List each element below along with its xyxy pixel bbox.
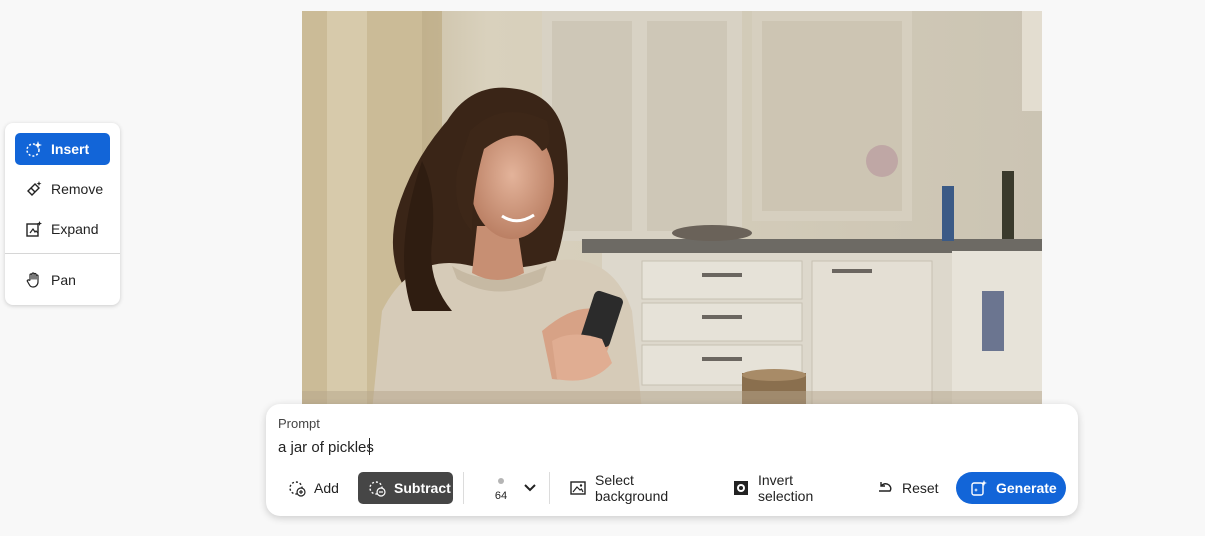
tool-expand[interactable]: Expand (15, 213, 110, 245)
tool-insert[interactable]: Insert (15, 133, 110, 165)
brush-size-dot (498, 478, 504, 484)
tool-expand-label: Expand (51, 221, 99, 237)
prompt-bar: Prompt Add Subtract 64 (266, 404, 1078, 516)
subtract-label: Subtract (394, 480, 451, 496)
add-selection-icon (288, 479, 306, 497)
tool-insert-label: Insert (51, 141, 90, 157)
reset-label: Reset (902, 480, 939, 496)
hand-icon (25, 271, 43, 289)
image-icon (569, 479, 587, 497)
invert-selection-icon (732, 479, 750, 497)
invert-selection-button[interactable]: Invert selection (722, 472, 852, 504)
photo (302, 11, 1042, 411)
brush-size-value: 64 (494, 490, 508, 502)
tool-panel: Insert Remove Expand Pan (5, 123, 120, 305)
reset-button[interactable]: Reset (866, 472, 944, 504)
prompt-input[interactable] (278, 436, 1058, 458)
toolbar-divider (463, 472, 464, 504)
chevron-down-icon[interactable] (522, 479, 538, 495)
tool-pan[interactable]: Pan (15, 264, 110, 296)
generate-button[interactable]: Generate (956, 472, 1066, 504)
expand-icon (25, 220, 43, 238)
selection-toolbar: Add Subtract 64 Select background Invert… (278, 472, 1068, 504)
toolbar-divider (549, 472, 550, 504)
invert-selection-label: Invert selection (758, 472, 814, 504)
eraser-icon (25, 180, 43, 198)
tool-divider (5, 253, 120, 254)
tool-remove-label: Remove (51, 181, 104, 197)
add-button[interactable]: Add (278, 472, 350, 504)
add-label: Add (314, 480, 339, 496)
text-caret (369, 438, 370, 455)
select-background-label: Select background (595, 472, 669, 504)
prompt-label: Prompt (278, 416, 320, 431)
subtract-button[interactable]: Subtract (358, 472, 453, 504)
tool-pan-label: Pan (51, 272, 76, 288)
image-canvas[interactable] (302, 11, 1042, 411)
undo-icon (876, 479, 894, 497)
generate-label: Generate (996, 480, 1057, 496)
select-background-button[interactable]: Select background (559, 472, 709, 504)
generate-sparkle-icon (970, 479, 988, 497)
tool-remove[interactable]: Remove (15, 173, 110, 205)
insert-sparkle-icon (25, 140, 43, 158)
subtract-selection-icon (368, 479, 386, 497)
brush-size-control[interactable]: 64 (486, 472, 526, 504)
